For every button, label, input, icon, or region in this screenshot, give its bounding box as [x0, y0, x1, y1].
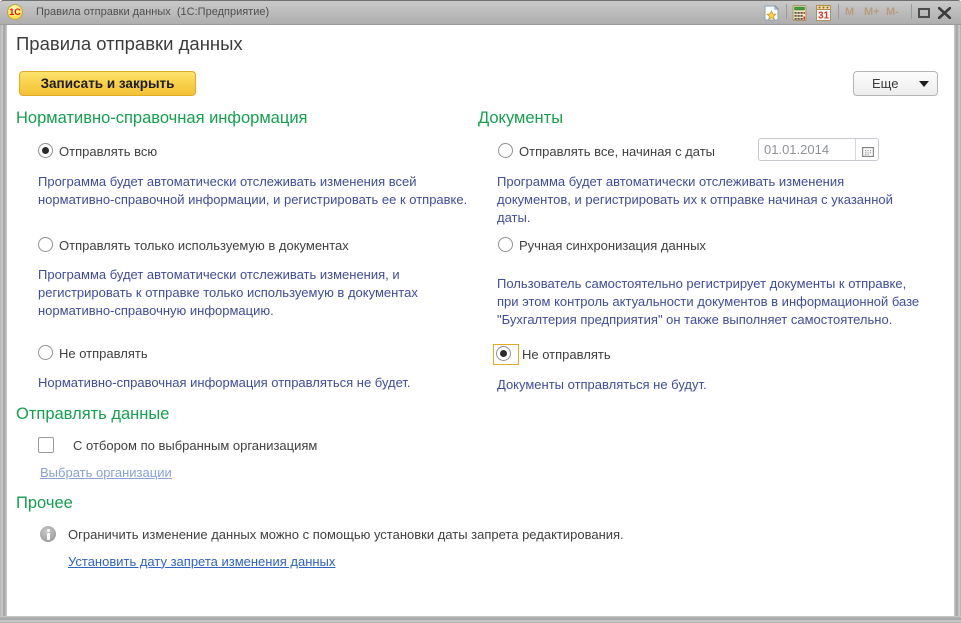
svg-text:31: 31	[818, 11, 830, 22]
